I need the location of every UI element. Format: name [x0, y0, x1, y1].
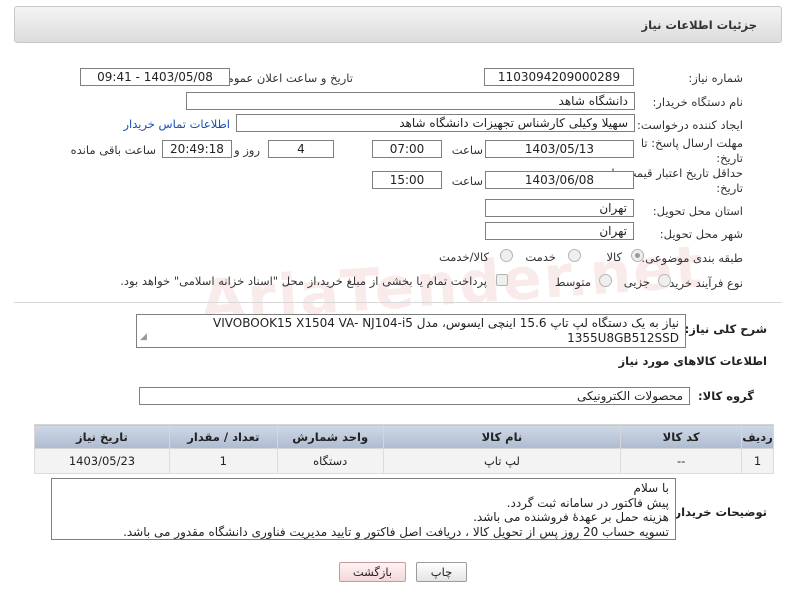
deadline-time-field: 07:00 — [372, 140, 442, 158]
page-title: جزئیات اطلاعات نیاز — [641, 18, 757, 32]
cell-unit: دستگاه — [276, 448, 384, 474]
purchase-radio-medium[interactable] — [599, 274, 612, 287]
cell-quantity: 1 — [168, 448, 278, 474]
payment-note: پرداخت تمام یا بخشی از مبلغ خرید،از محل … — [120, 274, 487, 288]
province-field: تهران — [485, 199, 634, 217]
buyer-notes-field: با سلام پیش فاکتور در سامانه ثبت گردد. ه… — [51, 478, 676, 540]
table-row: 1 -- لپ تاپ دستگاه 1 1403/05/23 — [34, 448, 774, 474]
goods-section-title: اطلاعات کالاهای مورد نیاز — [618, 354, 767, 368]
buyer-notes-label: توضیحات خریدار: — [669, 505, 767, 519]
category-option-service: خدمت — [525, 250, 556, 264]
description-field: نیاز به یک دستگاه لپ تاپ 15.6 اینچی ایسو… — [136, 314, 686, 348]
cell-need-date: 1403/05/23 — [34, 448, 170, 474]
col-header-item-name: نام کالا — [382, 424, 622, 449]
province-label: استان محل تحویل: — [652, 204, 743, 218]
divider — [14, 302, 782, 303]
validity-time-field: 15:00 — [372, 171, 442, 189]
cell-item-code: -- — [620, 448, 743, 474]
announce-label: تاریخ و ساعت اعلان عمومی: — [214, 71, 353, 85]
col-header-row-number: ردیف — [741, 424, 774, 449]
buyer-note-line-2: پیش فاکتور در سامانه ثبت گردد. — [506, 495, 669, 510]
category-option-goods: کالا — [606, 250, 622, 264]
resize-grip-icon[interactable]: ◢ — [140, 330, 147, 345]
creator-field: سهیلا وکیلی کارشناس تجهیزات دانشگاه شاهد — [236, 114, 635, 132]
city-label: شهر محل تحویل: — [659, 227, 743, 241]
remaining-time-field: 20:49:18 — [162, 140, 232, 158]
purchase-option-minor: جزیی — [623, 275, 650, 289]
city-field: تهران — [485, 222, 634, 240]
purchase-option-medium: متوسط — [554, 275, 591, 289]
col-header-quantity: تعداد / مقدار — [168, 424, 278, 449]
buyer-note-line-1: با سلام — [633, 481, 669, 495]
panel-header: جزئیات اطلاعات نیاز — [14, 6, 782, 43]
category-option-goods-service: کالا/خدمت — [438, 250, 489, 264]
print-button[interactable]: چاپ — [416, 562, 467, 582]
deadline-date-field: 1403/05/13 — [485, 140, 634, 158]
back-button[interactable]: بازگشت — [339, 562, 406, 582]
goods-group-label: گروه کالا: — [698, 389, 754, 403]
col-header-unit: واحد شمارش — [276, 424, 384, 449]
buyer-org-field: دانشگاه شاهد — [186, 92, 635, 110]
items-table: ردیف کد کالا نام کالا واحد شمارش تعداد /… — [34, 424, 774, 474]
category-radio-goods[interactable] — [631, 249, 644, 262]
validity-label-2: تاریخ: — [716, 181, 743, 195]
deadline-label-1: مهلت ارسال پاسخ: تا — [640, 136, 743, 150]
cell-row-number: 1 — [741, 448, 774, 474]
buyer-org-label: نام دستگاه خریدار: — [652, 95, 743, 109]
category-radio-goods-service[interactable] — [500, 249, 513, 262]
goods-group-field: محصولات الکترونیکی — [139, 387, 690, 405]
col-header-item-code: کد کالا — [620, 424, 743, 449]
purchase-type-label: نوع فرآیند خرید : — [661, 276, 743, 290]
description-line-2: 1355U8GB512SSD — [567, 331, 679, 345]
validity-time-label: ساعت — [451, 174, 483, 188]
days-remaining-field: 4 — [268, 140, 334, 158]
need-number-field: 1103094209000289 — [484, 68, 634, 86]
buyer-note-line-3: هزینه حمل بر عهدهٔ فروشنده می باشد. — [473, 510, 669, 524]
buyer-contact-link[interactable]: اطلاعات تماس خریدار — [123, 117, 230, 131]
col-header-need-date: تاریخ نیاز — [34, 424, 170, 449]
category-radio-service[interactable] — [568, 249, 581, 262]
table-header-row: ردیف کد کالا نام کالا واحد شمارش تعداد /… — [34, 424, 774, 449]
validity-date-field: 1403/06/08 — [485, 171, 634, 189]
buyer-note-line-4: تسویه حساب 20 روز پس از تحویل کالا ، دری… — [123, 524, 669, 539]
description-label: شرح کلی نیاز: — [684, 322, 767, 336]
need-number-label: شماره نیاز: — [688, 71, 743, 85]
payment-checkbox[interactable] — [496, 274, 508, 286]
cell-item-name: لپ تاپ — [382, 448, 622, 474]
category-label: طبقه بندی موضوعی: — [641, 251, 743, 265]
remaining-label: ساعت باقی مانده — [70, 143, 156, 157]
deadline-time-label: ساعت — [451, 143, 483, 157]
purchase-radio-minor[interactable] — [658, 274, 671, 287]
deadline-label-2: تاریخ: — [716, 151, 743, 165]
announce-field: 1403/05/08 - 09:41 — [80, 68, 230, 86]
creator-label: ایجاد کننده درخواست: — [637, 118, 743, 132]
description-line-1: نیاز به یک دستگاه لپ تاپ 15.6 اینچی ایسو… — [213, 316, 679, 330]
days-label: روز و — [234, 143, 260, 157]
